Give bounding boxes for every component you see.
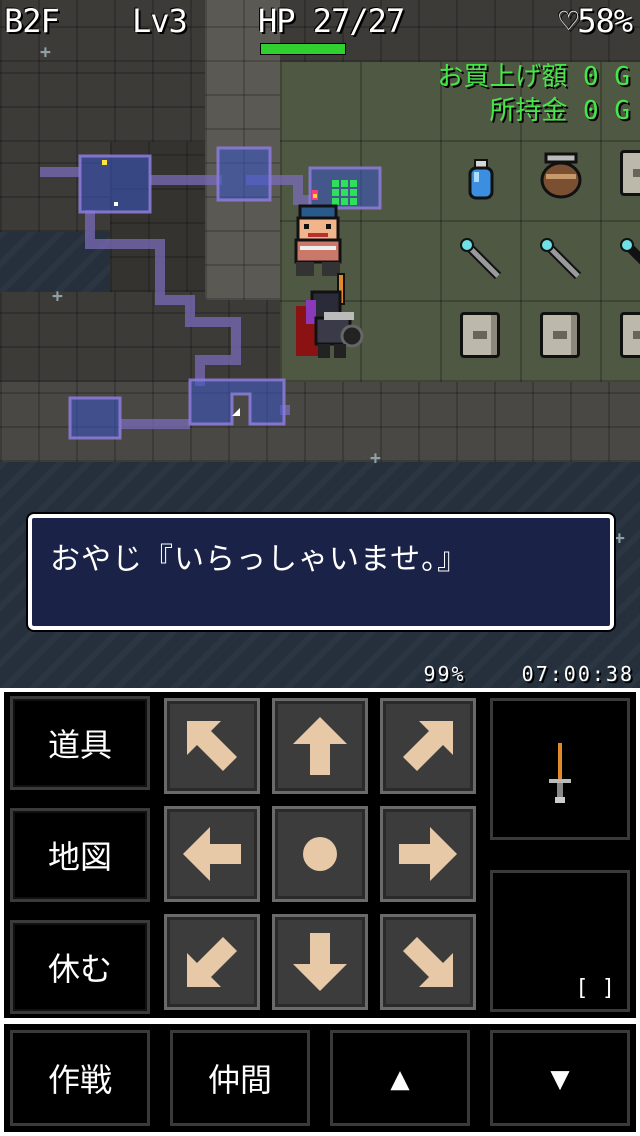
sparkle-icon: +: [614, 528, 625, 549]
dpad-down-right-button[interactable]: [380, 914, 476, 1010]
arrow-down-left-icon: [187, 937, 237, 987]
shop-money: 所持金 0 G: [489, 96, 630, 126]
hp-bar: [260, 43, 346, 55]
dpad-left-button[interactable]: [164, 806, 260, 902]
minimap-item-marker: [102, 160, 107, 165]
minimap-marker: [114, 202, 118, 206]
arrow-down-icon: [293, 933, 347, 991]
dpad-down-left-button[interactable]: [164, 914, 260, 1010]
tactics-button[interactable]: 作戦: [10, 1030, 150, 1126]
sword-icon: [549, 743, 571, 803]
dpad-up-left-button[interactable]: [164, 698, 260, 794]
arrow-up-left-icon: [187, 721, 237, 771]
wait-dot-icon: [303, 837, 337, 871]
shield-slot[interactable]: [ ]: [490, 870, 630, 1012]
dpad-up-button[interactable]: [272, 698, 368, 794]
satiety-indicator: ♡58%: [558, 2, 633, 40]
player-sprite[interactable]: [290, 272, 370, 362]
scroll-icon[interactable]: [620, 312, 640, 358]
arrow-left-icon: [183, 827, 241, 881]
party-button[interactable]: 仲間: [170, 1030, 310, 1126]
rest-button[interactable]: 休む: [10, 920, 150, 1014]
clock-readout: 07:00:38: [521, 662, 634, 686]
shield-slot-label: [ ]: [575, 976, 615, 1001]
floor-indicator: B2F: [4, 2, 60, 40]
hp-bar-fill: [261, 44, 345, 54]
items-button[interactable]: 道具: [10, 696, 150, 790]
scroll-icon[interactable]: [460, 312, 500, 358]
pot-icon[interactable]: [538, 150, 584, 200]
hp-indicator: HP 27/27: [258, 2, 405, 40]
dpad-down-button[interactable]: [272, 914, 368, 1010]
message-window[interactable]: おやじ『いらっしゃいませ。』: [28, 514, 614, 630]
scroll-icon[interactable]: [620, 150, 640, 196]
dpad-up-right-button[interactable]: [380, 698, 476, 794]
shop-purchase-total: お買上げ額 0 G: [437, 62, 630, 92]
game-viewport[interactable]: + + + + + +: [0, 0, 640, 688]
staff-icon[interactable]: [458, 236, 504, 282]
dpad-right-button[interactable]: [380, 806, 476, 902]
status-line: 99% 07:00:38: [423, 662, 634, 686]
potion-icon[interactable]: [466, 158, 496, 202]
level-indicator: Lv3: [132, 2, 188, 40]
percent-readout: 99%: [423, 662, 466, 686]
weapon-slot[interactable]: [490, 698, 630, 840]
arrow-down-right-icon: [403, 937, 453, 987]
message-text: おやじ『いらっしゃいませ。』: [50, 542, 469, 577]
scroll-down-button[interactable]: ▼: [490, 1030, 630, 1126]
scroll-icon[interactable]: [540, 312, 580, 358]
staff-icon[interactable]: [538, 236, 584, 282]
arrow-up-right-icon: [403, 721, 453, 771]
dpad-wait-button[interactable]: [272, 806, 368, 902]
arrow-right-icon: [399, 827, 457, 881]
arrow-up-icon: [293, 717, 347, 775]
shopkeeper-sprite[interactable]: [286, 188, 350, 280]
staff-icon[interactable]: [618, 236, 640, 282]
map-button[interactable]: 地図: [10, 808, 150, 902]
scroll-up-button[interactable]: ▲: [330, 1030, 470, 1126]
